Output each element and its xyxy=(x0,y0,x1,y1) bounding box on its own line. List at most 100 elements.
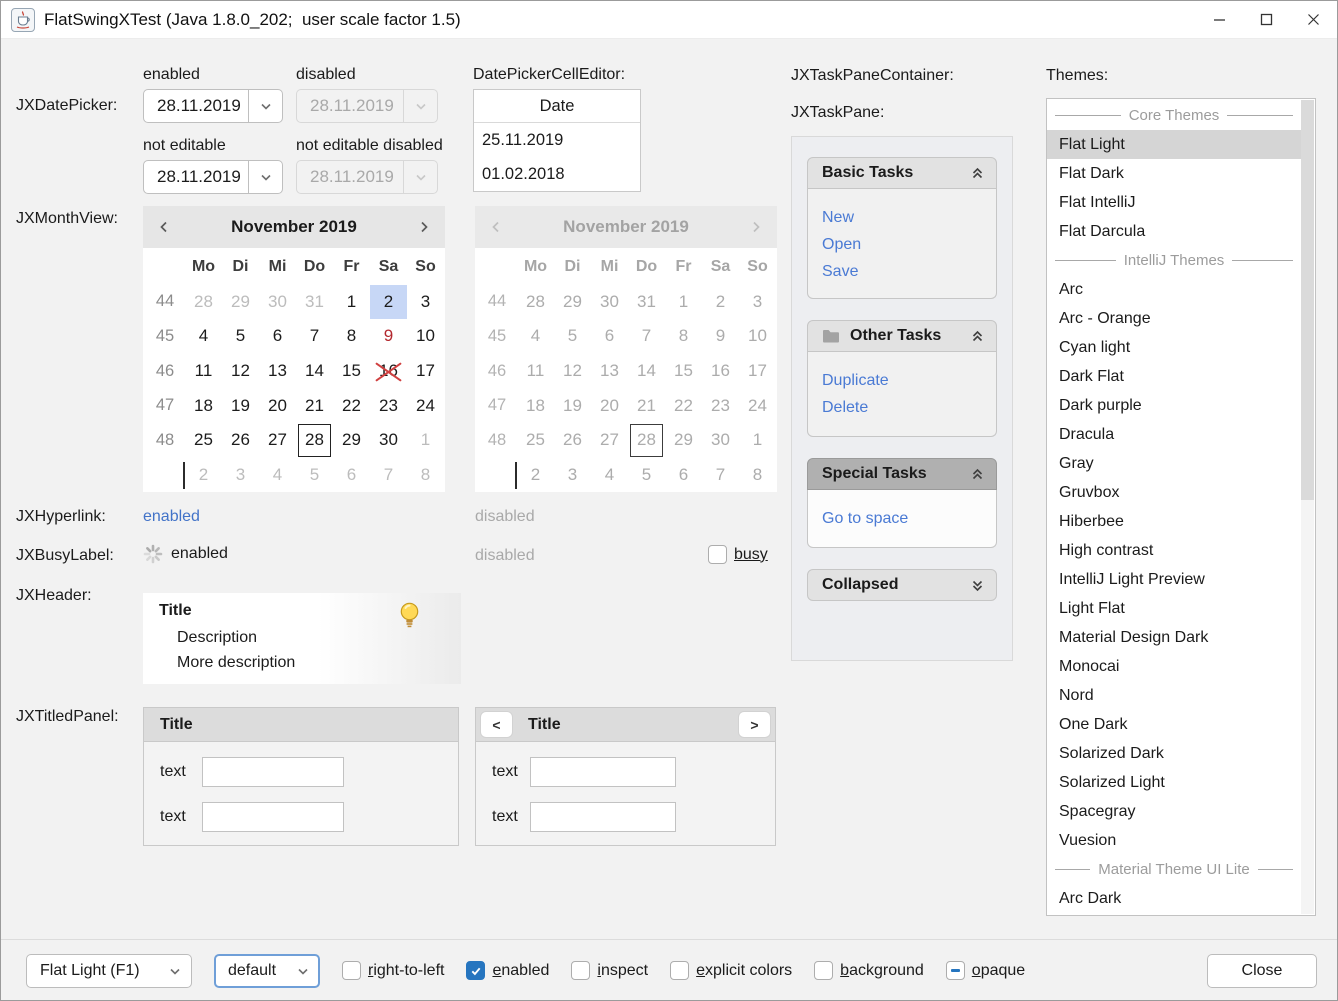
calendar-day[interactable]: 4 xyxy=(259,458,296,493)
taskpane-header-other-tasks[interactable]: Other Tasks xyxy=(807,320,997,352)
datepicker-dropdown-button[interactable] xyxy=(248,90,282,122)
calendar-day[interactable]: 20 xyxy=(259,388,296,423)
theme-item-light-flat[interactable]: Light Flat xyxy=(1047,594,1301,623)
calendar-day[interactable]: 30 xyxy=(370,423,407,458)
taskpane-header-basic-tasks[interactable]: Basic Tasks xyxy=(807,157,997,189)
text-field[interactable] xyxy=(202,802,344,832)
text-field[interactable] xyxy=(530,802,676,832)
calendar-day[interactable]: 15 xyxy=(333,354,370,389)
calendar-day[interactable]: 28 xyxy=(296,423,333,458)
table-row[interactable]: 01.02.2018 xyxy=(474,157,640,191)
theme-item-solarized-light[interactable]: Solarized Light xyxy=(1047,768,1301,797)
calendar-day[interactable]: 29 xyxy=(333,423,370,458)
calendar-day[interactable]: 7 xyxy=(296,319,333,354)
taskpane-header-collapsed[interactable]: Collapsed xyxy=(807,569,997,601)
expand-chevron-icon[interactable] xyxy=(971,579,984,592)
calendar-day[interactable]: 21 xyxy=(296,388,333,423)
calendar-day[interactable]: 5 xyxy=(296,458,333,493)
theme-combobox[interactable]: Flat Light (F1) xyxy=(26,954,192,988)
calendar-day[interactable]: 3 xyxy=(407,285,444,320)
close-dialog-button[interactable]: Close xyxy=(1207,954,1317,988)
calendar-day[interactable]: 18 xyxy=(185,388,222,423)
table-column-header[interactable]: Date xyxy=(474,90,640,123)
calendar-day[interactable]: 19 xyxy=(222,388,259,423)
calendar-day[interactable]: 7 xyxy=(370,458,407,493)
calendar-day[interactable]: 6 xyxy=(333,458,370,493)
calendar-day[interactable]: 24 xyxy=(407,388,444,423)
datepicker-dropdown-button[interactable] xyxy=(248,161,282,193)
calendar-day[interactable]: 14 xyxy=(296,354,333,389)
datepicker-not-editable[interactable]: 28.11.2019 xyxy=(143,160,283,194)
calendar-day[interactable]: 12 xyxy=(222,354,259,389)
theme-item-dracula[interactable]: Dracula xyxy=(1047,420,1301,449)
theme-item-arc[interactable]: Arc xyxy=(1047,275,1301,304)
taskpane-header-special-tasks[interactable]: Special Tasks xyxy=(807,458,997,490)
hyperlink-enabled[interactable]: enabled xyxy=(143,508,200,526)
calendar-day[interactable]: 11 xyxy=(185,354,222,389)
calendar-day[interactable]: 31 xyxy=(296,285,333,320)
theme-item-nord[interactable]: Nord xyxy=(1047,681,1301,710)
table-row[interactable]: 25.11.2019 xyxy=(474,123,640,157)
collapse-chevron-icon[interactable] xyxy=(971,167,984,180)
checkbox-inspect[interactable]: inspect xyxy=(571,961,648,980)
task-link-duplicate[interactable]: Duplicate xyxy=(822,367,996,394)
minimize-button[interactable] xyxy=(1196,1,1243,38)
checkbox-opaque[interactable]: opaque xyxy=(946,961,1025,980)
calendar-day[interactable]: 23 xyxy=(370,388,407,423)
theme-item-gruvbox[interactable]: Gruvbox xyxy=(1047,478,1301,507)
calendar-day[interactable]: 30 xyxy=(259,285,296,320)
calendar-day[interactable]: 10 xyxy=(407,319,444,354)
theme-item-dark-flat[interactable]: Dark Flat xyxy=(1047,362,1301,391)
calendar-day[interactable]: 26 xyxy=(222,423,259,458)
checkbox-enabled[interactable]: enabled xyxy=(466,961,549,980)
previous-month-button[interactable] xyxy=(143,220,185,234)
text-field[interactable] xyxy=(202,757,344,787)
theme-item-flat-darcula[interactable]: Flat Darcula xyxy=(1047,217,1301,246)
theme-item-arc-dark[interactable]: Arc Dark xyxy=(1047,884,1301,913)
theme-item-gray[interactable]: Gray xyxy=(1047,449,1301,478)
task-link-new[interactable]: New xyxy=(822,204,996,231)
theme-item-dark-purple[interactable]: Dark purple xyxy=(1047,391,1301,420)
calendar-day[interactable]: 17 xyxy=(407,354,444,389)
calendar-day[interactable]: 1 xyxy=(333,285,370,320)
theme-item-spacegray[interactable]: Spacegray xyxy=(1047,797,1301,826)
calendar-day[interactable]: 16 xyxy=(370,354,407,389)
text-field[interactable] xyxy=(530,757,676,787)
theme-item-vuesion[interactable]: Vuesion xyxy=(1047,826,1301,855)
close-button[interactable] xyxy=(1290,1,1337,38)
calendar-day[interactable]: 5 xyxy=(222,319,259,354)
calendar-day[interactable]: 22 xyxy=(333,388,370,423)
calendar-day[interactable]: 6 xyxy=(259,319,296,354)
checkbox-background[interactable]: background xyxy=(814,961,924,980)
calendar-day[interactable]: 27 xyxy=(259,423,296,458)
calendar-day[interactable]: 2 xyxy=(185,458,222,493)
datepicker-enabled[interactable]: 28.11.2019 xyxy=(143,89,283,123)
theme-item-hiberbee[interactable]: Hiberbee xyxy=(1047,507,1301,536)
theme-item-flat-light[interactable]: Flat Light xyxy=(1047,130,1301,159)
calendar-day[interactable]: 3 xyxy=(222,458,259,493)
calendar-day[interactable]: 28 xyxy=(185,285,222,320)
theme-item-one-dark[interactable]: One Dark xyxy=(1047,710,1301,739)
task-link-go-to-space[interactable]: Go to space xyxy=(822,505,996,532)
titled-panel-next-button[interactable]: > xyxy=(738,711,771,738)
theme-item-solarized-dark[interactable]: Solarized Dark xyxy=(1047,739,1301,768)
theme-item-cyan-light[interactable]: Cyan light xyxy=(1047,333,1301,362)
checkbox-right-to-left[interactable]: right-to-left xyxy=(342,961,444,980)
calendar-day[interactable]: 2 xyxy=(370,285,407,320)
calendar-day[interactable]: 29 xyxy=(222,285,259,320)
calendar-day[interactable]: 25 xyxy=(185,423,222,458)
next-month-button[interactable] xyxy=(403,220,445,234)
theme-item-monocai[interactable]: Monocai xyxy=(1047,652,1301,681)
checkbox-busy[interactable]: busy xyxy=(708,545,768,564)
task-link-open[interactable]: Open xyxy=(822,231,996,258)
themes-scrollbar-thumb[interactable] xyxy=(1301,100,1314,500)
datepicker-value[interactable]: 28.11.2019 xyxy=(144,96,248,116)
mode-combobox[interactable]: default xyxy=(214,954,320,988)
theme-item-material-design-dark[interactable]: Material Design Dark xyxy=(1047,623,1301,652)
theme-item-flat-intellij[interactable]: Flat IntelliJ xyxy=(1047,188,1301,217)
calendar-day[interactable]: 8 xyxy=(333,319,370,354)
theme-item-arc-dark-contrast[interactable]: Arc Dark Contrast xyxy=(1047,913,1301,916)
calendar-day[interactable]: 13 xyxy=(259,354,296,389)
theme-item-flat-dark[interactable]: Flat Dark xyxy=(1047,159,1301,188)
titled-panel-prev-button[interactable]: < xyxy=(480,711,513,738)
